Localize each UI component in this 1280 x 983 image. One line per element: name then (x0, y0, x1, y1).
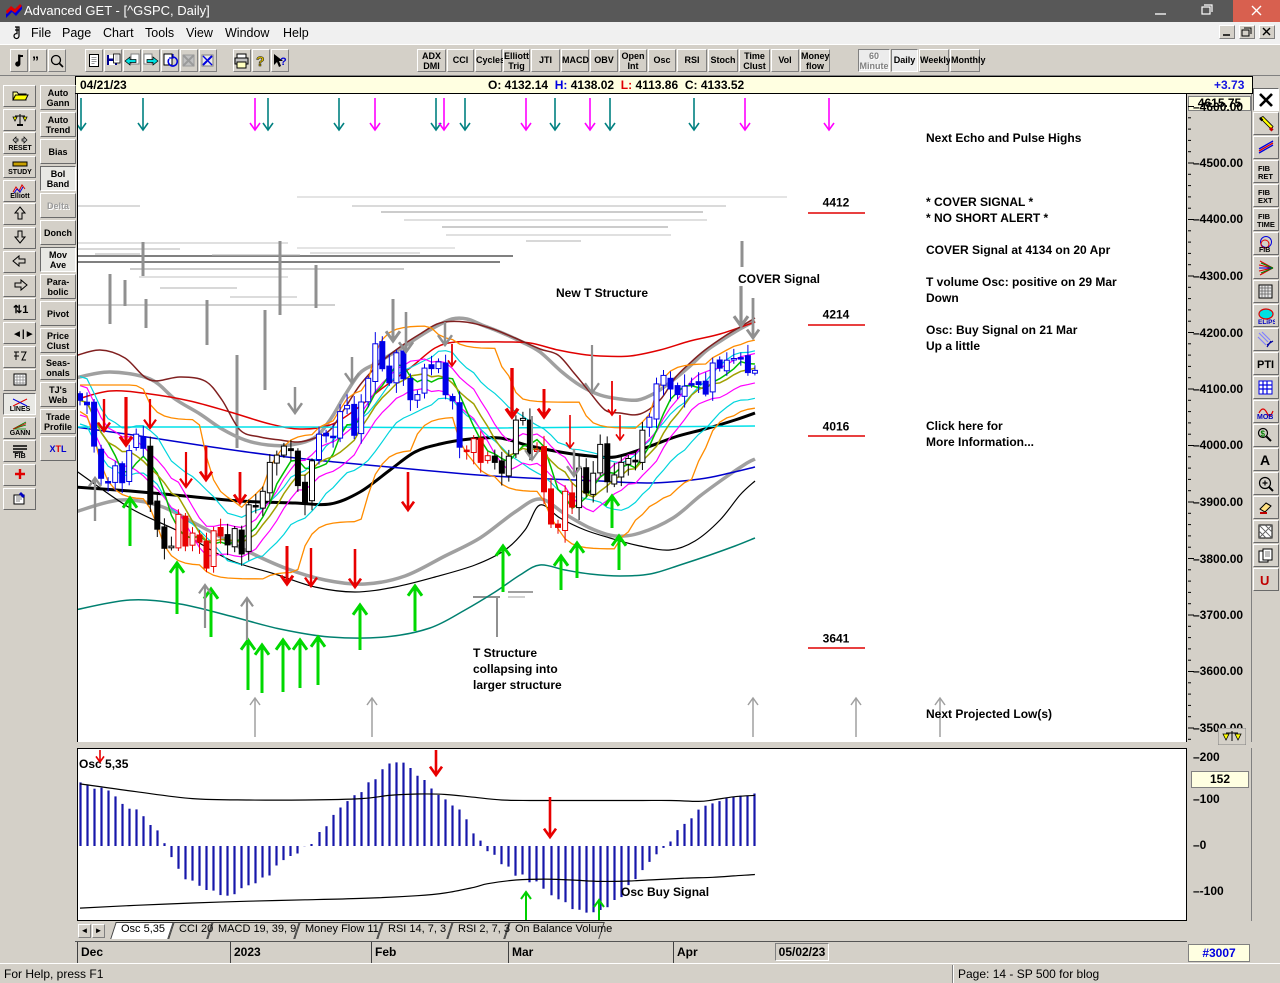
svg-text:$: $ (1261, 430, 1266, 439)
svg-text:TIME: TIME (1257, 220, 1275, 229)
svg-text:RESET: RESET (8, 145, 32, 151)
svg-text:GANN: GANN (9, 430, 30, 436)
svg-text:U: U (1260, 573, 1269, 588)
svg-text:?: ? (256, 53, 265, 69)
svg-text:◄|►: ◄|► (12, 329, 35, 340)
svg-text:”: ” (32, 53, 39, 69)
svg-text:A: A (1260, 452, 1270, 468)
svg-text:MOB: MOB (1257, 414, 1273, 421)
svg-text:ELiPS: ELiPS (1258, 319, 1275, 325)
svg-text:EXT: EXT (1258, 196, 1273, 205)
svg-text:⇅1: ⇅1 (13, 304, 28, 316)
svg-text:FIB: FIB (1259, 247, 1270, 253)
svg-text:?: ? (280, 56, 287, 68)
svg-text:STUDY: STUDY (8, 169, 32, 175)
svg-text:FIB: FIB (14, 453, 25, 459)
svg-text:LINES: LINES (9, 406, 30, 412)
svg-text:Elliott: Elliott (10, 193, 30, 199)
svg-text:RET: RET (1258, 172, 1273, 181)
svg-text:PTI: PTI (1257, 359, 1274, 371)
